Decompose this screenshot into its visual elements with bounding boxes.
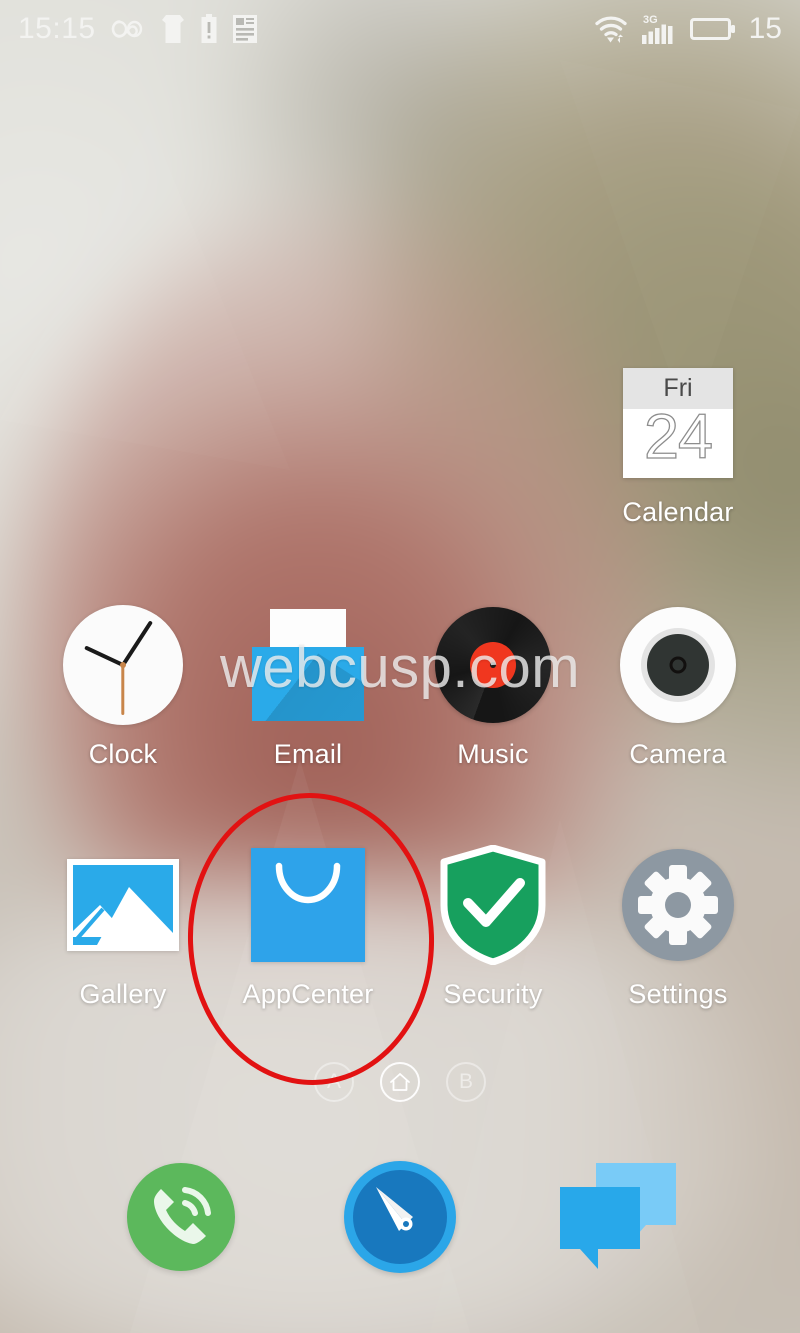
dock-browser[interactable] — [325, 1142, 475, 1292]
app-label-music: Music — [457, 739, 529, 769]
status-bar-right: 3G 15 — [594, 13, 782, 45]
app-gallery[interactable]: Gallery — [38, 845, 208, 1010]
home-icon — [390, 1073, 410, 1091]
app-settings[interactable]: Settings — [593, 845, 763, 1010]
app-label-settings: Settings — [628, 979, 728, 1009]
gallery-icon[interactable] — [38, 845, 208, 965]
page-indicator-b-label: B — [458, 1070, 473, 1093]
status-bar[interactable]: 15:15 3G 15 — [0, 0, 800, 58]
battery-percent: 15 — [748, 12, 782, 45]
app-label-clock: Clock — [88, 739, 158, 769]
battery-alert-icon — [201, 14, 217, 43]
calendar-icon[interactable]: Fri 24 — [593, 363, 763, 483]
page-indicator-b[interactable]: B — [446, 1062, 486, 1102]
app-label-calendar: Calendar — [622, 497, 734, 527]
svg-text:3G: 3G — [643, 14, 658, 26]
messaging-icon[interactable] — [560, 1163, 676, 1271]
page-indicators: A B — [0, 1062, 800, 1102]
status-time: 15:15 — [18, 12, 96, 45]
app-calendar[interactable]: Fri 24 Calendar — [593, 363, 763, 528]
signal-3g-icon: 3G — [641, 14, 673, 44]
dock-messaging[interactable] — [543, 1142, 693, 1292]
news-icon — [232, 15, 257, 43]
settings-icon[interactable] — [593, 845, 763, 965]
app-label-email: Email — [273, 739, 343, 769]
infinity-icon — [111, 20, 142, 38]
app-label-gallery: Gallery — [79, 979, 167, 1009]
battery-icon — [689, 18, 735, 40]
app-label-security: Security — [443, 979, 543, 1009]
clothes-icon — [161, 15, 184, 43]
app-label-camera: Camera — [629, 739, 727, 769]
dock-phone[interactable] — [106, 1142, 256, 1292]
watermark: webcusp.com — [219, 635, 581, 700]
wifi-icon — [594, 16, 627, 43]
page-indicator-home[interactable] — [380, 1062, 420, 1102]
home-screen: 15:15 3G 15 Fri 24 Calendar Clock Email … — [0, 0, 800, 1333]
calendar-day: 24 — [643, 402, 713, 472]
compass-browser-icon[interactable] — [344, 1161, 456, 1273]
phone-icon[interactable] — [127, 1163, 235, 1271]
status-bar-left: 15:15 — [18, 14, 258, 44]
